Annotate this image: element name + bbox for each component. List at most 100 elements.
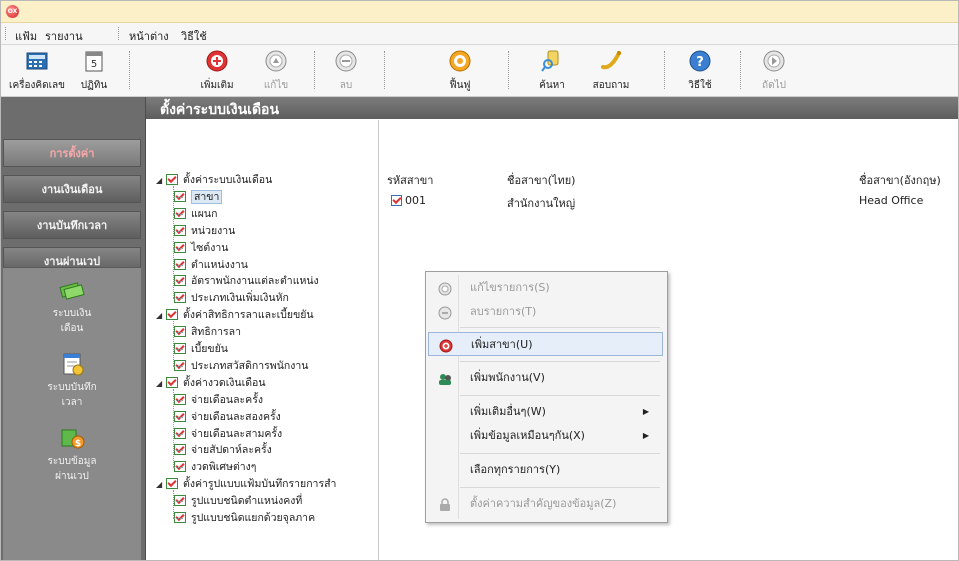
tree-item[interactable]: ประเภทเงินเพิ่มเงินหัก	[174, 290, 289, 306]
calculator-button[interactable]: เครื่องคิดเลข	[7, 47, 67, 93]
row-name-en-cell: Head Office	[859, 194, 924, 207]
module-web-data[interactable]: $ ระบบข้อมูล ผ่านเวป	[3, 426, 141, 484]
menu-report[interactable]: รายงาน	[45, 27, 83, 45]
context-add-employee-item[interactable]: เพิ่มพนักงาน(V)	[428, 366, 663, 390]
tree-node-label: รูปแบบชนิดตำแหน่งคงที่	[191, 495, 303, 508]
column-header-code[interactable]: รหัสสาขา	[387, 171, 433, 189]
tree-node-label: ตั้งค่าระบบเงินเดือน	[183, 174, 273, 186]
tree-item[interactable]: หน่วยงาน	[174, 223, 235, 239]
title-bar: OX	[1, 1, 958, 23]
nav-time-record[interactable]: งานบันทึกเวลา	[3, 211, 141, 239]
column-header-name-th[interactable]: ชื่อสาขา(ไทย)	[507, 171, 575, 189]
tree-node-label: จ่ายเดือนละครั้ง	[191, 393, 263, 406]
menu-file[interactable]: แฟ้ม	[15, 27, 37, 45]
context-add-branch-item[interactable]: เพิ่มสาขา(U)	[428, 332, 663, 356]
next-button[interactable]: ถัดไป	[751, 47, 797, 93]
toolbar-separator	[508, 51, 509, 89]
context-priority-item[interactable]: ตั้งค่าความสำคัญของข้อมูล(Z)	[428, 492, 663, 516]
tree-item[interactable]: ประเภทสวัสดิการพนักงาน	[174, 358, 308, 374]
tree-item[interactable]: งวดพิเศษต่างๆ	[174, 459, 256, 475]
money-icon	[59, 278, 85, 302]
add-icon	[439, 338, 453, 353]
tree-node-label: อัตราพนักงานแต่ละตำแหน่ง	[191, 275, 319, 288]
tree-item[interactable]: จ่ายเดือนละสองครั้ง	[174, 409, 281, 425]
module-time-record[interactable]: ระบบบันทึก เวลา	[3, 352, 141, 410]
tree-item[interactable]: รูปแบบชนิดแยกด้วยจุลภาค	[174, 510, 315, 526]
refresh-button[interactable]: ฟื้นฟู	[437, 47, 483, 93]
tree-connector	[173, 186, 174, 299]
nav-settings[interactable]: การตั้งค่า	[3, 139, 141, 167]
context-menu-separator	[460, 327, 660, 328]
menu-grip	[118, 27, 121, 40]
toolbar-separator	[664, 51, 665, 89]
tree-item[interactable]: จ่ายเดือนละครั้ง	[174, 392, 263, 408]
tree-node-label: ประเภทสวัสดิการพนักงาน	[191, 359, 309, 372]
tree-item[interactable]: จ่ายสัปดาห์ละครั้ง	[174, 442, 272, 458]
query-button[interactable]: สอบถาม	[585, 47, 637, 93]
context-menu-separator	[460, 453, 660, 454]
tree-node-label: เบี้ยขยัน	[191, 343, 228, 355]
row-code-cell: 001	[391, 194, 426, 207]
calendar-icon: 5	[82, 49, 106, 73]
help-button[interactable]: ? วิธีใช้	[677, 47, 723, 93]
tree-group[interactable]: ◢ ตั้งค่ารูปแบบแฟ้มบันทึกรายการสำ	[156, 476, 336, 492]
tree-connector	[173, 388, 174, 468]
edit-icon	[438, 281, 452, 296]
column-header-name-en[interactable]: ชื่อสาขา(อังกฤษ)	[859, 171, 941, 189]
tree-connector	[173, 349, 183, 350]
tree-item[interactable]: สิทธิการลา	[174, 324, 241, 340]
tree-connector	[173, 230, 183, 232]
context-add-other-item[interactable]: เพิ่มเติมอื่นๆ(W) ▶	[428, 400, 663, 424]
menu-window[interactable]: หน้าต่าง	[129, 27, 169, 45]
record-icon	[391, 195, 402, 206]
add-icon	[205, 49, 229, 73]
menu-bar: แฟ้ม รายงาน หน้าต่าง วิธีใช้	[1, 23, 958, 45]
tree-item[interactable]: จ่ายเดือนละสามครั้ง	[174, 426, 282, 442]
tree-node-label: สาขา	[191, 189, 223, 204]
tree-item[interactable]: รูปแบบชนิดตำแหน่งคงที่	[174, 493, 302, 509]
module-payroll[interactable]: ระบบเงิน เดือน	[3, 278, 141, 336]
tree-group[interactable]: ◢ ตั้งค่าสิทธิการลาและเบี้ยขยัน	[156, 307, 314, 323]
context-menu-separator	[460, 487, 660, 488]
svg-text:?: ?	[696, 55, 704, 70]
tree-node-label: จ่ายเดือนละสามครั้ง	[191, 427, 283, 440]
tree-node-label: ตั้งค่างวดเงินเดือน	[183, 376, 266, 389]
submenu-arrow-icon: ▶	[642, 431, 649, 440]
tree-item[interactable]: ตำแหน่งงาน	[174, 257, 248, 273]
delete-icon	[334, 49, 358, 73]
nav-payroll[interactable]: งานเงินเดือน	[3, 175, 141, 203]
tree-item[interactable]: อัตราพนักงานแต่ละตำแหน่ง	[174, 273, 319, 289]
refresh-icon	[448, 49, 472, 73]
context-select-all-item[interactable]: เลือกทุกรายการ(Y)	[428, 458, 663, 482]
menu-help[interactable]: วิธีใช้	[181, 27, 207, 45]
toolbar: เครื่องคิดเลข 5 ปฏิทิน เพิ่มเติม แก้ไข ล…	[1, 45, 958, 97]
tree-expander-icon[interactable]: ◢	[156, 376, 164, 392]
calendar-button[interactable]: 5 ปฏิทิน	[71, 47, 117, 93]
edit-button[interactable]: แก้ไข	[253, 47, 299, 93]
context-delete-item[interactable]: ลบรายการ(T)	[428, 300, 663, 324]
context-menu-separator	[460, 361, 660, 362]
tree-expander-icon[interactable]: ◢	[156, 308, 164, 324]
search-button[interactable]: ค้นหา	[529, 47, 575, 93]
web-data-icon: $	[59, 426, 85, 450]
tree-expander-icon[interactable]: ◢	[156, 173, 164, 189]
delete-button[interactable]: ลบ	[323, 47, 369, 93]
left-navigation: การตั้งค่า งานเงินเดือน งานบันทึกเวลา งา…	[1, 97, 146, 560]
tree-connector	[173, 365, 183, 367]
add-employee-icon	[438, 371, 452, 385]
tree-node-label: จ่ายเดือนละสองครั้ง	[191, 410, 281, 423]
add-button[interactable]: เพิ่มเติม	[187, 47, 247, 93]
context-add-same-data-item[interactable]: เพิ่มข้อมูลเหมือนๆกัน(X) ▶	[428, 424, 663, 448]
menu-grip	[5, 27, 8, 40]
help-icon: ?	[688, 49, 712, 73]
tree-expander-icon[interactable]: ◢	[156, 477, 164, 493]
tree-node-label: รูปแบบชนิดแยกด้วยจุลภาค	[191, 512, 316, 524]
context-edit-item[interactable]: แก้ไขรายการ(S)	[428, 276, 663, 300]
search-icon	[540, 49, 564, 73]
tree-node-label: งวดพิเศษต่างๆ	[191, 461, 257, 474]
tree-connector	[173, 332, 183, 334]
tree-connector	[173, 467, 183, 469]
tree-node-label: จ่ายสัปดาห์ละครั้ง	[191, 444, 272, 457]
tree-connector	[173, 399, 183, 401]
tree-connector	[173, 298, 183, 300]
